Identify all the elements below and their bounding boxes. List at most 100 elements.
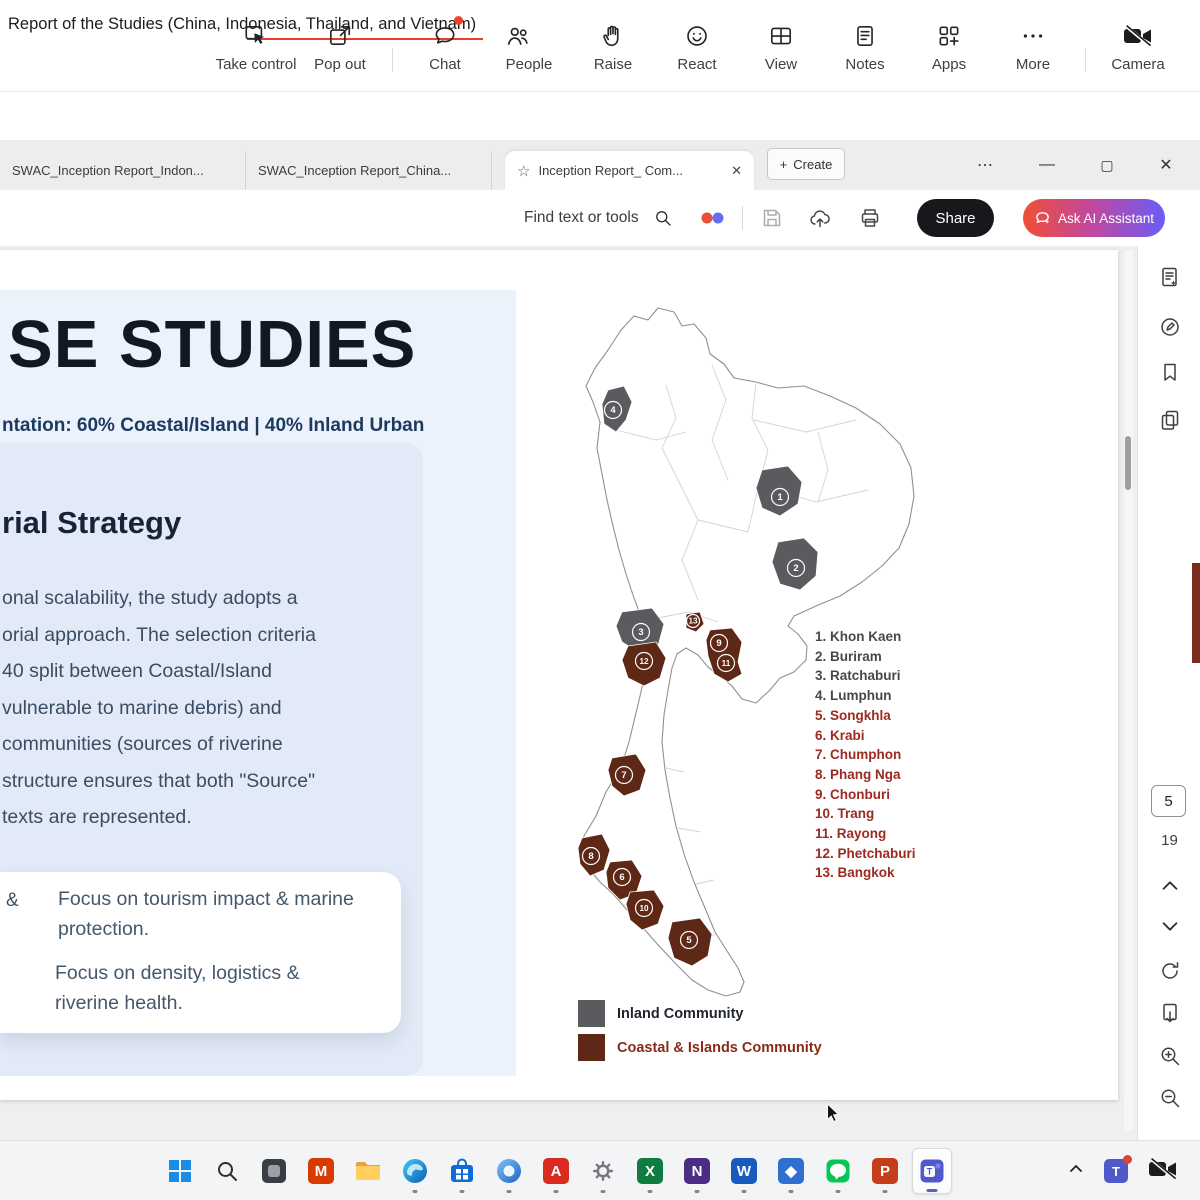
find-tools-search[interactable]: Find text or tools xyxy=(524,190,673,246)
map-location: 13. Bangkok xyxy=(815,863,916,883)
focus-card: & Focus on tourism impact & marine prote… xyxy=(0,872,401,1033)
map-marker-12: 12 xyxy=(636,653,653,670)
tab-report-china[interactable]: SWAC_Inception Report_China... xyxy=(246,151,492,190)
minimize-button[interactable]: — xyxy=(1024,140,1070,190)
react-icon xyxy=(684,19,710,49)
tab-close-icon[interactable]: ✕ xyxy=(721,163,742,179)
svg-text:11: 11 xyxy=(722,659,731,668)
take-control-label: Take control xyxy=(216,56,297,73)
map-location: 7. Chumphon xyxy=(815,745,916,765)
zoom-out-icon[interactable] xyxy=(1155,1083,1185,1113)
taskbar-icon-powerpoint[interactable]: P xyxy=(865,1148,905,1194)
pop-out-icon xyxy=(327,19,353,49)
save-icon[interactable] xyxy=(760,206,784,235)
svg-text:9: 9 xyxy=(716,638,721,649)
zoom-in-icon[interactable] xyxy=(1155,1041,1185,1071)
taskbar-icon-edge[interactable] xyxy=(395,1148,435,1194)
map-marker-10: 10 xyxy=(636,900,653,917)
svg-text:7: 7 xyxy=(621,770,626,781)
taskbar-icon-settings[interactable] xyxy=(583,1148,623,1194)
taskbar-overflow-chevron[interactable] xyxy=(1068,1161,1084,1182)
ask-ai-assistant-button[interactable]: Ask AI Assistant xyxy=(1023,199,1165,237)
people-icon xyxy=(505,19,531,49)
taskbar-icon-onenote[interactable]: N xyxy=(677,1148,717,1194)
ai-glasses-icon[interactable] xyxy=(700,210,726,231)
running-indicator xyxy=(695,1190,700,1193)
taskbar-icon-copilot[interactable] xyxy=(489,1148,529,1194)
map-location-list: 1. Khon Kaen2. Buriram3. Ratchaburi4. Lu… xyxy=(815,627,916,883)
camera-label: Camera xyxy=(1111,56,1164,73)
refresh-icon[interactable] xyxy=(1155,956,1185,986)
cloud-upload-icon[interactable] xyxy=(808,206,832,235)
teams-tray-icon[interactable]: T xyxy=(1104,1159,1128,1183)
ai-chat-icon xyxy=(1034,210,1051,227)
close-button[interactable]: ✕ xyxy=(1143,140,1189,190)
plus-icon: + xyxy=(780,157,788,172)
react-label: React xyxy=(677,56,716,73)
next-page-icon[interactable] xyxy=(1155,911,1185,941)
strategy-paragraph: onal scalability, the study adopts a ori… xyxy=(2,580,316,836)
running-indicator xyxy=(554,1190,559,1193)
organize-pages-icon[interactable] xyxy=(1155,405,1185,435)
province-phetchaburi xyxy=(622,642,666,686)
running-indicator xyxy=(460,1190,465,1193)
taskbar-icon-start[interactable] xyxy=(160,1148,200,1194)
ask-ai-label: Ask AI Assistant xyxy=(1058,211,1154,226)
running-indicator xyxy=(648,1190,653,1193)
running-indicator xyxy=(836,1190,841,1193)
province-buriram xyxy=(772,538,818,590)
print-icon[interactable] xyxy=(858,206,882,235)
province-songkhla xyxy=(668,918,712,966)
edge-icon xyxy=(402,1158,428,1184)
apps-icon xyxy=(936,19,962,49)
take-control-icon xyxy=(243,19,269,49)
window-menu-button[interactable]: ⋯ xyxy=(962,140,1008,190)
sign-icon[interactable] xyxy=(1155,312,1185,342)
taskbar-icon-snip-tool[interactable] xyxy=(254,1148,294,1194)
maximize-button[interactable]: ▢ xyxy=(1084,140,1130,190)
taskbar-icon-store[interactable] xyxy=(442,1148,482,1194)
star-icon[interactable]: ☆ xyxy=(517,162,530,180)
bookmark-icon[interactable] xyxy=(1155,357,1185,387)
page-view-icon[interactable] xyxy=(1155,998,1185,1028)
share-button[interactable]: Share xyxy=(917,199,994,237)
taskbar-icon-azure-app[interactable]: ◆ xyxy=(771,1148,811,1194)
chat-label: Chat xyxy=(429,56,461,73)
taskbar-icon-search[interactable] xyxy=(207,1148,247,1194)
m365-icon: M xyxy=(308,1158,334,1184)
document-scrollbar[interactable] xyxy=(1123,250,1133,1130)
tab-report-indonesia[interactable]: SWAC_Inception Report_Indon... xyxy=(0,151,246,190)
tab-inception-report-active[interactable]: ☆ Inception Report_ Com... ✕ xyxy=(505,151,754,190)
search-icon xyxy=(215,1159,239,1183)
svg-text:12: 12 xyxy=(639,657,649,666)
map-marker-4: 4 xyxy=(605,402,622,419)
scrollbar-thumb[interactable] xyxy=(1125,436,1131,490)
province-trang xyxy=(626,890,664,930)
word-icon: W xyxy=(731,1158,757,1184)
taskbar-icon-teams[interactable]: T xyxy=(912,1148,952,1194)
province-chumphon xyxy=(608,754,646,796)
previous-page-icon[interactable] xyxy=(1155,871,1185,901)
taskbar-icon-word[interactable]: W xyxy=(724,1148,764,1194)
page-number-input[interactable]: 5 xyxy=(1151,785,1186,817)
export-pdf-icon[interactable] xyxy=(1155,262,1185,292)
taskbar-icon-line[interactable] xyxy=(818,1148,858,1194)
taskbar-icon-file-explorer[interactable] xyxy=(348,1148,388,1194)
legend-color-box xyxy=(578,1034,605,1061)
taskbar-icon-acrobat[interactable]: A xyxy=(536,1148,576,1194)
taskbar-icon-m365[interactable]: M xyxy=(301,1148,341,1194)
document-area: SE STUDIES ntation: 60% Coastal/Island |… xyxy=(0,246,1200,1140)
svg-text:T: T xyxy=(927,1167,933,1177)
province-bangkok xyxy=(686,612,704,632)
taskbar-icon-excel[interactable]: X xyxy=(630,1148,670,1194)
pdf-page: SE STUDIES ntation: 60% Coastal/Island |… xyxy=(0,250,1118,1100)
province-lamphun xyxy=(602,386,632,432)
panel-scrollbar-thumb[interactable] xyxy=(1192,563,1200,663)
camera-off-tray-icon[interactable] xyxy=(1148,1157,1178,1186)
map-marker-5: 5 xyxy=(681,932,698,949)
province-phang-nga xyxy=(578,834,610,876)
more-label: More xyxy=(1016,56,1050,73)
create-tab-button[interactable]: + Create xyxy=(767,148,845,180)
slide-title: SE STUDIES xyxy=(8,306,416,383)
store-icon xyxy=(449,1158,475,1184)
